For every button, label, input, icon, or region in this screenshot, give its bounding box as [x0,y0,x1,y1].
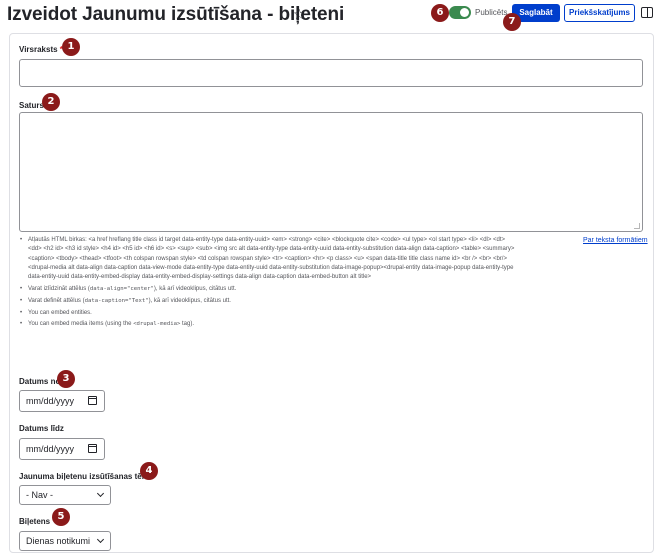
title-input[interactable] [19,59,643,87]
topic-selected: - Nav - [26,490,53,500]
allowed-tags-text: Atļautās HTML birkas: <a href hreflang t… [19,236,519,282]
embed-entities-help: You can embed entities. [19,309,519,319]
page-header: Izveidot Jaunumu izsūtīšana - biļeteni ☆… [0,0,660,30]
topic-select[interactable]: - Nav - [19,485,111,505]
sidebar-toggle-icon[interactable] [641,7,653,18]
marker-7: 7 [503,13,521,31]
date-from-placeholder: mm/dd/yyyy [26,396,75,406]
marker-2: 2 [42,93,60,111]
newsletter-selected: Dienas notikumi [26,536,91,546]
date-to-input[interactable]: mm/dd/yyyy [19,438,105,460]
topic-label: Jaunuma biļetenu izsūtīšanas tēma [19,472,154,481]
caption-help: Varat definēt attēlus (data-caption="Tex… [19,297,519,307]
format-help: Atļautās HTML birkas: <a href hreflang t… [19,236,519,332]
marker-3: 3 [57,370,75,388]
body-textarea[interactable] [19,112,643,232]
marker-5: 5 [52,508,70,526]
body-label: Saturs [19,101,44,110]
date-to-placeholder: mm/dd/yyyy [26,444,75,454]
text-formats-link[interactable]: Par teksta formātiem [583,237,648,244]
calendar-icon[interactable] [88,396,97,405]
resize-handle[interactable] [634,223,640,229]
preview-button[interactable]: Priekšskatījums [564,4,635,22]
align-help: Varat izlīdzināt attēlus (data-align="ce… [19,285,519,295]
title-label: Virsraksts * [19,45,63,54]
embed-media-help: You can embed media items (using the <dr… [19,320,519,330]
star-icon[interactable]: ☆ [293,6,306,23]
chevron-down-icon [96,535,105,544]
chevron-down-icon [96,489,105,498]
newsletter-select[interactable]: Dienas notikumi [19,531,111,551]
published-toggle[interactable] [449,6,471,19]
published-label: Publicēts [475,8,508,17]
toggle-knob [460,8,469,17]
newsletter-label: Biļetens * [19,517,55,526]
marker-4: 4 [140,462,158,480]
marker-6: 6 [431,4,449,22]
date-from-input[interactable]: mm/dd/yyyy [19,390,105,412]
date-from-label: Datums no [19,377,61,386]
marker-1: 1 [62,38,80,56]
calendar-icon[interactable] [88,444,97,453]
date-to-label: Datums līdz [19,424,64,433]
